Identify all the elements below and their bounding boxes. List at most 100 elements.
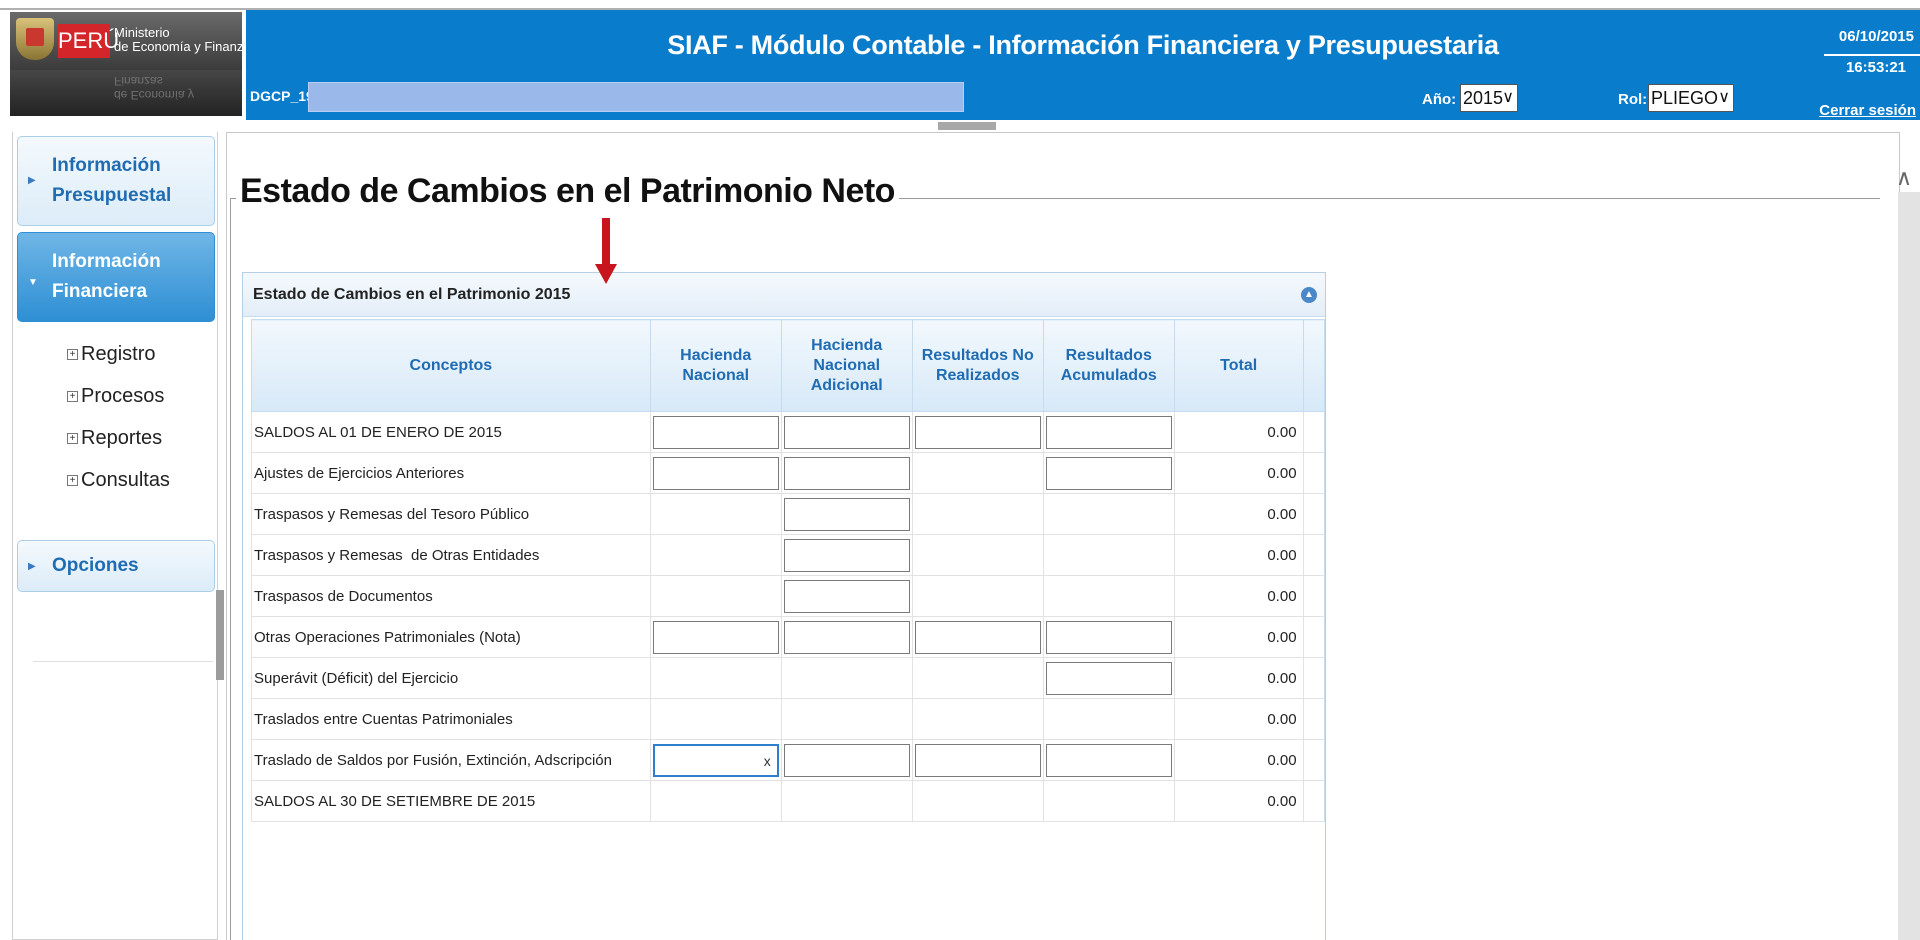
cell-hacienda-nacional-adicional (780, 452, 913, 494)
tree-item-reportes[interactable]: + Reportes (67, 426, 162, 450)
amount-input[interactable] (783, 497, 910, 531)
cell-resultados-acumulados (1042, 534, 1175, 576)
expand-plus-icon[interactable]: + (67, 391, 78, 403)
table-row: Traspasos de Documentos 0.00 (251, 575, 1326, 617)
row-spacer (1302, 780, 1326, 822)
amount-input[interactable] (914, 743, 1041, 777)
cell-hacienda-nacional-adicional (780, 411, 913, 453)
chevron-right-icon: ▶ (28, 175, 36, 186)
sidebar-section-opciones[interactable]: ▶ Opciones (17, 540, 215, 592)
row-total: 0.00 (1173, 411, 1304, 453)
amount-input[interactable] (1045, 415, 1172, 449)
cell-hacienda-nacional-adicional (780, 657, 913, 699)
cell-hacienda-nacional-adicional (780, 739, 913, 781)
collapse-panel-icon[interactable]: ▲ (1301, 287, 1317, 303)
main-scrollbar[interactable] (1898, 192, 1920, 940)
row-total: 0.00 (1173, 616, 1304, 658)
amount-input-focused[interactable]: x (652, 743, 779, 777)
row-concepto: Otras Operaciones Patrimoniales (Nota) (251, 616, 651, 658)
cell-resultados-no-realizados (911, 780, 1044, 822)
amount-input[interactable] (783, 538, 910, 572)
table-row: SALDOS AL 30 DE SETIEMBRE DE 2015 0.00 (251, 780, 1326, 822)
cell-hacienda-nacional (649, 616, 782, 658)
sidebar-tree: + Registro + Procesos + Reportes + Consultas (33, 342, 213, 662)
amount-input[interactable] (783, 743, 910, 777)
amount-input[interactable] (1045, 743, 1172, 777)
row-concepto: Traslado de Saldos por Fusión, Extinción… (251, 739, 651, 781)
expand-plus-icon[interactable]: + (67, 433, 78, 445)
tree-item-consultas[interactable]: + Consultas (67, 468, 170, 492)
cell-resultados-acumulados (1042, 493, 1175, 535)
row-total: 0.00 (1173, 575, 1304, 617)
sidebar-section-label: Información Financiera (52, 251, 161, 302)
row-total: 0.00 (1173, 534, 1304, 576)
app-header: PERÚ Ministerio de Economía y Finanzas d… (0, 0, 1920, 130)
amount-input[interactable] (652, 456, 779, 490)
amount-input[interactable] (783, 456, 910, 490)
logo-line2: de Economía y Finanzas (114, 39, 242, 54)
row-concepto: Traspasos de Documentos (251, 575, 651, 617)
rol-select[interactable]: PLIEGO ∨ (1648, 84, 1734, 112)
table-header-row: Conceptos Hacienda Nacional Hacienda Nac… (251, 319, 1326, 412)
user-name-field (308, 82, 964, 112)
cell-hacienda-nacional-adicional (780, 534, 913, 576)
cell-hacienda-nacional-adicional (780, 616, 913, 658)
cell-hacienda-nacional (649, 493, 782, 535)
panel-header: Estado de Cambios en el Patrimonio 2015 … (243, 273, 1325, 317)
cell-hacienda-nacional: x (649, 739, 782, 781)
table-row: Traspasos y Remesas del Tesoro Público 0… (251, 493, 1326, 535)
expand-plus-icon[interactable]: + (67, 475, 78, 487)
equity-changes-table: Conceptos Hacienda Nacional Hacienda Nac… (251, 319, 1326, 822)
amount-input[interactable] (914, 415, 1041, 449)
amount-input[interactable] (914, 620, 1041, 654)
chevron-right-icon: ▶ (28, 561, 36, 572)
expand-plus-icon[interactable]: + (67, 349, 78, 361)
amount-input[interactable] (783, 579, 910, 613)
amount-input[interactable] (783, 620, 910, 654)
amount-input[interactable] (652, 415, 779, 449)
row-total: 0.00 (1173, 657, 1304, 699)
row-spacer (1302, 575, 1326, 617)
row-spacer (1302, 739, 1326, 781)
row-concepto: Superávit (Déficit) del Ejercicio (251, 657, 651, 699)
cell-hacienda-nacional (649, 575, 782, 617)
logo-country: PERÚ (58, 24, 119, 58)
cell-hacienda-nacional-adicional (780, 575, 913, 617)
ministry-logo: PERÚ Ministerio de Economía y Finanzas d… (10, 12, 242, 116)
row-spacer (1302, 534, 1326, 576)
tree-item-registro[interactable]: + Registro (67, 342, 155, 366)
col-header-hacienda-nacional-adicional: Hacienda Nacional Adicional (780, 319, 913, 412)
cell-resultados-no-realizados (911, 493, 1044, 535)
amount-input[interactable] (1045, 456, 1172, 490)
rol-value: PLIEGO (1651, 88, 1719, 108)
sidebar-section-label: Opciones (52, 555, 139, 576)
sidebar-section-label: Información Presupuestal (52, 155, 172, 206)
amount-input[interactable] (1045, 661, 1172, 695)
sidebar-section-informacion-presupuestal[interactable]: ▶ Información Presupuestal (17, 136, 215, 226)
cell-resultados-acumulados (1042, 657, 1175, 699)
tree-item-procesos[interactable]: + Procesos (67, 384, 164, 408)
header-collapse-handle[interactable] (938, 122, 996, 130)
sidebar-scrollbar[interactable] (216, 590, 224, 680)
chevron-down-icon: ∨ (1718, 89, 1730, 106)
row-total: 0.00 (1173, 698, 1304, 740)
year-select[interactable]: 2015 ∨ (1460, 84, 1518, 112)
cell-resultados-no-realizados (911, 575, 1044, 617)
row-total: 0.00 (1173, 739, 1304, 781)
cell-resultados-acumulados (1042, 616, 1175, 658)
amount-input[interactable] (1045, 620, 1172, 654)
sidebar-section-informacion-financiera[interactable]: ▼ Información Financiera (17, 232, 215, 322)
amount-input[interactable] (652, 620, 779, 654)
logout-link[interactable]: Cerrar sesión (1819, 102, 1916, 119)
red-down-arrow-icon (595, 218, 617, 284)
col-header-conceptos: Conceptos (251, 319, 651, 412)
table-row: Traslados entre Cuentas Patrimoniales 0.… (251, 698, 1326, 740)
clear-input-icon[interactable]: x (764, 753, 771, 769)
table-row: Superávit (Déficit) del Ejercicio 0.00 (251, 657, 1326, 699)
scroll-up-icon[interactable]: ∧ (1896, 165, 1912, 191)
row-concepto: Traslados entre Cuentas Patrimoniales (251, 698, 651, 740)
row-total: 0.00 (1173, 452, 1304, 494)
table-row: Otras Operaciones Patrimoniales (Nota) 0… (251, 616, 1326, 658)
amount-input[interactable] (783, 415, 910, 449)
table-row: Traslado de Saldos por Fusión, Extinción… (251, 739, 1326, 781)
